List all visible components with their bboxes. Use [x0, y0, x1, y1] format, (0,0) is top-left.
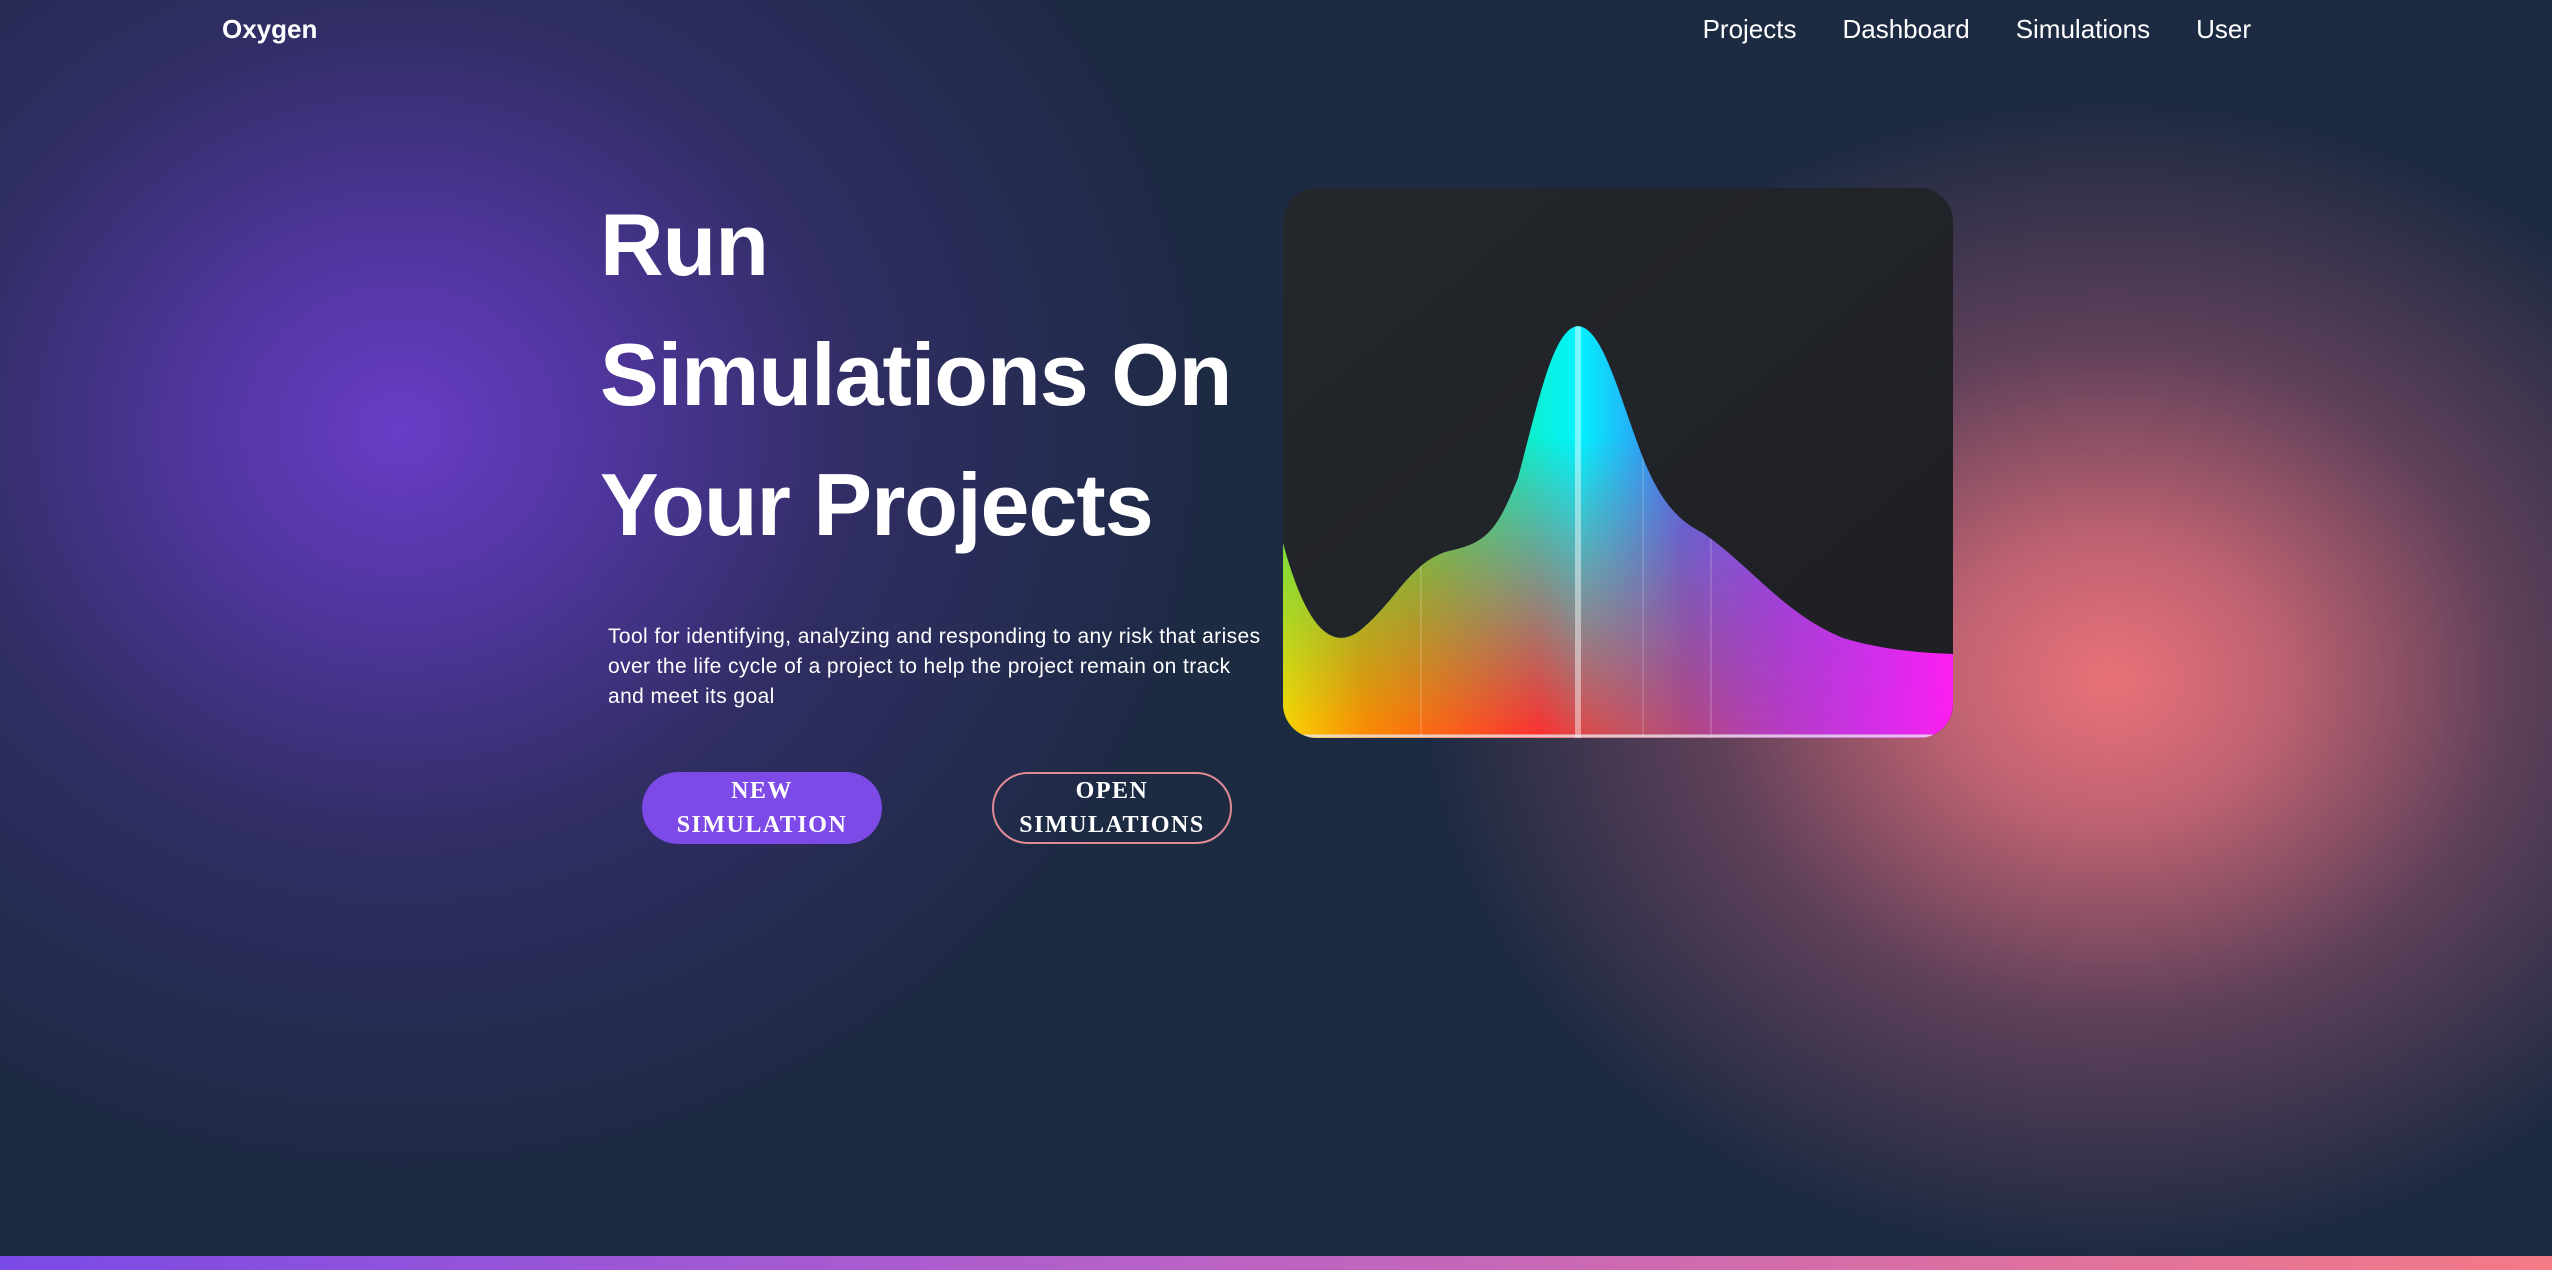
simulation-curve-illustration	[1283, 188, 1953, 738]
curve-illustration-svg	[1283, 188, 1953, 738]
new-simulation-button[interactable]: NEW SIMULATION	[642, 772, 882, 844]
hero-title-line: Simulations On	[600, 325, 1232, 424]
purple-glow	[0, 0, 1230, 1190]
nav-link-projects[interactable]: Projects	[1703, 14, 1797, 45]
hero-title: Run Simulations On Your Projects	[600, 180, 1300, 570]
nav-link-user[interactable]: User	[2196, 14, 2251, 45]
top-nav: Oxygen Projects Dashboard Simulations Us…	[0, 0, 2552, 62]
brand-logo[interactable]: Oxygen	[222, 14, 317, 45]
hero-description: Tool for identifying, analyzing and resp…	[608, 625, 1261, 708]
hero-title-line: Run	[600, 195, 769, 294]
landing-page: Oxygen Projects Dashboard Simulations Us…	[0, 0, 2552, 1270]
nav-link-dashboard[interactable]: Dashboard	[1842, 14, 1969, 45]
hero-title-line: Your Projects	[600, 455, 1154, 554]
nav-link-simulations[interactable]: Simulations	[2016, 14, 2150, 45]
bottom-gradient-bar	[0, 1256, 2552, 1270]
open-simulations-button[interactable]: OPEN SIMULATIONS	[992, 772, 1232, 844]
nav-links: Projects Dashboard Simulations User	[1703, 14, 2251, 45]
